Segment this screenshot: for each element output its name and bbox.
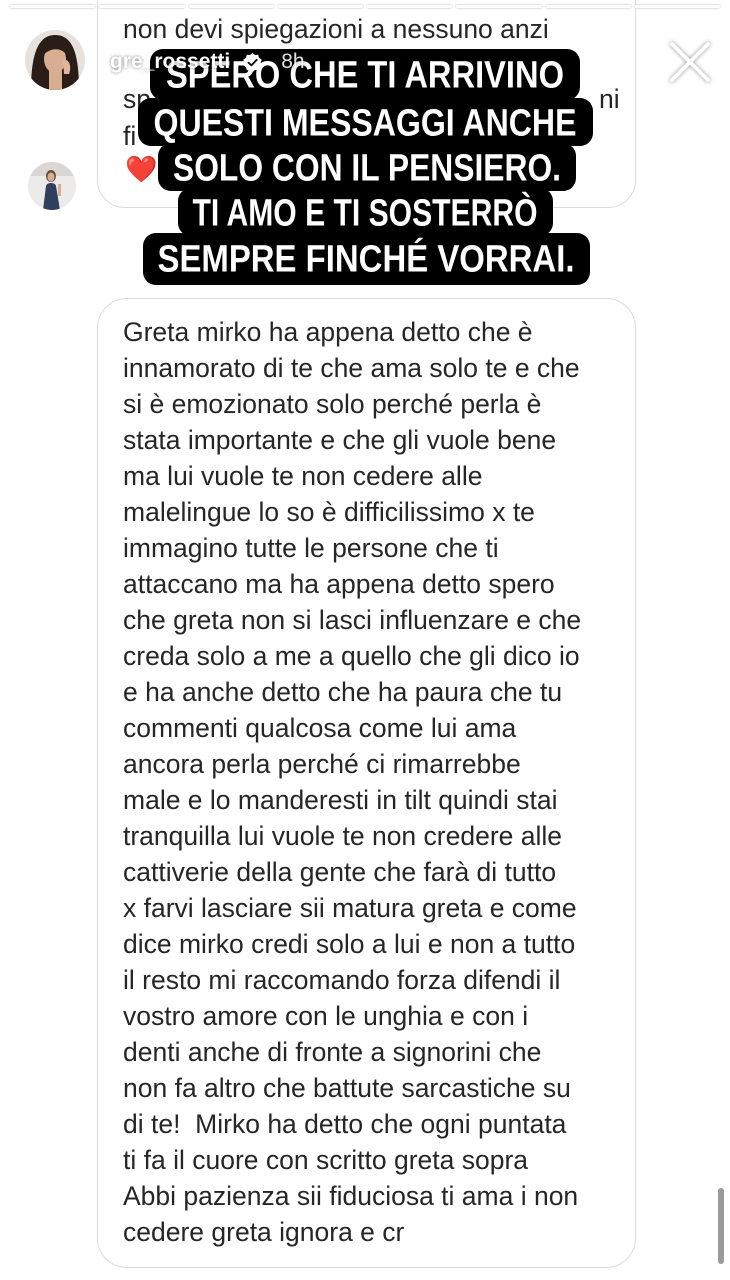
- username[interactable]: gre_rossetti: [110, 50, 230, 74]
- progress-segment: [277, 5, 363, 8]
- progress-segment-fill: [456, 5, 542, 8]
- close-icon[interactable]: [662, 34, 718, 90]
- message-line: male e lo manderesti in tilt quindi stai: [123, 785, 558, 815]
- progress-segment: [456, 5, 542, 8]
- message-line: cattiverie della gente che farà di tutto: [123, 857, 557, 887]
- story-text-overlay: SPERO CHE TI ARRIVINO QUESTI MESSAGGI AN…: [138, 49, 593, 285]
- message-line: attaccano ma ha appena detto spero: [123, 569, 555, 599]
- progress-segment: [99, 5, 185, 8]
- message-line: che greta non si lasci influenzare e che: [123, 605, 582, 635]
- message-text: Greta mirko ha appena detto che è innamor…: [123, 314, 581, 1250]
- progress-segment-fill: [634, 5, 720, 8]
- message-line: innamorato di te che ama solo te e che: [123, 353, 580, 383]
- message-line: tranquilla lui vuole te non credere alle: [123, 821, 562, 851]
- progress-segment-fill: [99, 5, 185, 8]
- verified-badge-icon: [243, 52, 262, 72]
- message-line: di te! Mirko ha detto che ogni puntata: [123, 1109, 567, 1139]
- message-line: malelingue lo so è difficilissimo x te: [123, 497, 535, 527]
- overlay-line: SEMPRE FINCHÉ VORRAI.: [158, 237, 575, 281]
- message-line: ti fa il cuore con scritto greta sopra: [123, 1145, 529, 1175]
- message-line: si è emozionato solo perché perla è: [123, 389, 542, 419]
- message-line: x farvi lasciare sii matura greta e come: [123, 893, 577, 923]
- progress-segment-fill: [10, 5, 96, 8]
- progress-segment: [188, 5, 274, 8]
- message-card: Greta mirko ha appena detto che è innamor…: [97, 298, 636, 1268]
- progress-segment: [367, 5, 453, 8]
- message-line: e ha anche detto che ha paura che tu: [123, 677, 563, 707]
- message-line: il resto mi raccomando forza difendi il: [123, 965, 561, 995]
- story-viewer: emilianadesilvio non devi spiegazioni a …: [0, 0, 730, 1280]
- progress-segment-fill: [367, 5, 453, 8]
- scroll-indicator[interactable]: [718, 1188, 724, 1264]
- progress-segment: [10, 5, 96, 8]
- message-line: dice mirko credi solo a lui e non a tutt…: [123, 929, 576, 959]
- story-meta: gre_rossetti 8h: [110, 46, 305, 78]
- message-line: immagino tutte le persone che ti: [123, 533, 499, 563]
- message-line: ma lui vuole te non cedere alle: [123, 461, 483, 491]
- overlay-line: QUESTI MESSAGGI ANCHE: [154, 103, 577, 145]
- profile-avatar[interactable]: [25, 30, 85, 90]
- message-line: non fa altro che battute sarcastiche su: [123, 1073, 571, 1103]
- message-line: Greta mirko ha appena detto che è: [123, 317, 533, 347]
- progress-segment-fill: [277, 5, 363, 8]
- message-line: commenti qualcosa come lui ama: [123, 713, 517, 743]
- message-line: ancora perla perché ci rimarrebbe: [123, 749, 521, 779]
- message-line: denti anche di fronte a signorini che: [123, 1037, 542, 1067]
- message-line: Abbi pazienza sii fiduciosa ti ama i non: [123, 1181, 579, 1211]
- story-progress-bar: [10, 5, 720, 8]
- message-line: stata importante e che gli vuole bene: [123, 425, 557, 455]
- overlay-line: SOLO CON IL PENSIERO.: [173, 148, 561, 190]
- progress-segment: [545, 5, 631, 8]
- progress-segment: [634, 5, 720, 8]
- overlay-line: TI AMO E TI SOSTERRÒ: [193, 191, 538, 235]
- profile-avatar-image: [25, 30, 85, 90]
- progress-segment-fill: [188, 5, 274, 8]
- progress-segment-fill: [545, 5, 631, 8]
- message-line: cedere greta ignora e cr: [123, 1217, 405, 1247]
- message-line: vostro amore con le unghia e con i: [123, 1001, 529, 1031]
- message-line: creda solo a me a quello che gli dico io: [123, 641, 580, 671]
- story-timestamp: 8h: [281, 50, 305, 73]
